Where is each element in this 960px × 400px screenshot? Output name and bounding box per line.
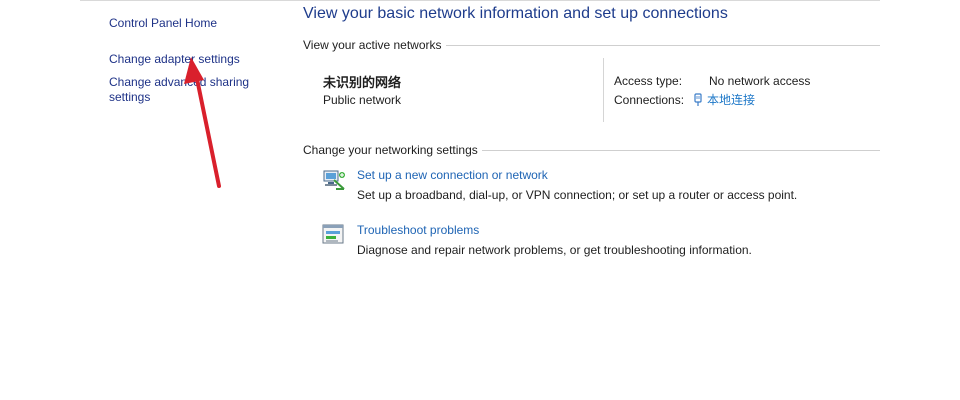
connection-name: 本地连接 [707,93,756,107]
change-adapter-settings-link[interactable]: Change adapter settings [109,52,240,67]
access-type-label: Access type: [614,74,683,88]
section-divider [445,45,880,46]
section-divider [481,150,880,151]
network-adapter-icon [694,92,702,106]
left-nav-pane: Control Panel Home Change adapter settin… [0,0,290,400]
setup-new-connection-link[interactable]: Set up a new connection or network [357,168,548,182]
control-panel-home-link[interactable]: Control Panel Home [109,16,217,31]
vertical-divider [603,58,604,122]
network-type: Public network [323,93,402,107]
troubleshoot-problems-description: Diagnose and repair network problems, or… [357,243,752,257]
active-networks-header-label: View your active networks [303,38,442,52]
active-networks-header: View your active networks [303,38,880,52]
task-troubleshoot: Troubleshoot problems Diagnose and repai… [322,223,882,263]
networking-settings-header: Change your networking settings [303,143,880,157]
connections-label: Connections: [614,93,685,107]
access-type-value: No network access [709,74,811,88]
network-name: 未识别的网络 [323,75,402,90]
new-connection-icon [323,170,345,190]
troubleshoot-icon [322,224,344,244]
local-connection-link[interactable]: 本地连接 [693,91,755,108]
networking-settings-header-label: Change your networking settings [303,143,478,157]
troubleshoot-problems-link[interactable]: Troubleshoot problems [357,223,479,237]
page-title: View your basic network information and … [303,5,728,22]
task-setup-connection: Set up a new connection or network Set u… [322,168,882,208]
setup-new-connection-description: Set up a broadband, dial-up, or VPN conn… [357,188,798,202]
change-advanced-sharing-settings-link[interactable]: Change advanced sharing settings [109,75,259,105]
